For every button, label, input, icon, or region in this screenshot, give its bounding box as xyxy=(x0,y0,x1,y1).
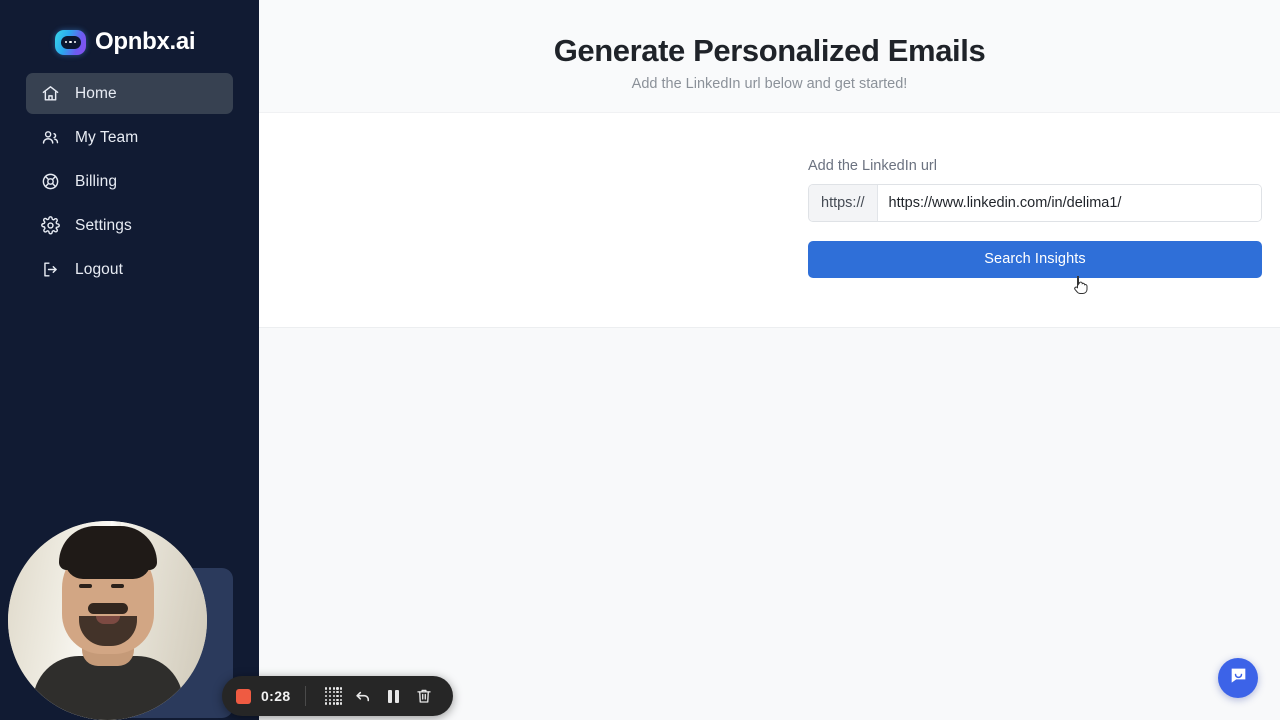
draw-tool-button[interactable] xyxy=(319,681,349,711)
app-root: Opnbx.ai Home My Team Billing Settings L… xyxy=(0,0,1280,720)
brand-logo-area[interactable]: Opnbx.ai xyxy=(0,0,259,62)
delete-button[interactable] xyxy=(409,681,439,711)
undo-arrow-icon xyxy=(354,687,373,706)
home-icon xyxy=(41,84,60,103)
search-insights-button[interactable]: Search Insights xyxy=(808,240,1262,278)
toolbar-divider xyxy=(304,686,306,706)
screen-recorder-toolbar: 0:28 xyxy=(222,676,453,716)
main-content: Generate Personalized Emails Add the Lin… xyxy=(259,0,1280,720)
lifebuoy-icon xyxy=(41,172,60,191)
form-card: Add the LinkedIn url https:// Search Ins… xyxy=(259,112,1280,328)
sidebar-item-label: My Team xyxy=(75,128,139,146)
page-subtitle: Add the LinkedIn url below and get start… xyxy=(631,75,908,92)
sidebar-item-settings[interactable]: Settings xyxy=(26,205,233,246)
page-header: Generate Personalized Emails Add the Lin… xyxy=(259,0,1280,112)
sidebar-item-label: Billing xyxy=(75,172,118,190)
logout-icon xyxy=(41,260,60,279)
sidebar-item-billing[interactable]: Billing xyxy=(26,161,233,202)
linkedin-url-label: Add the LinkedIn url xyxy=(808,158,937,174)
linkedin-form: Add the LinkedIn url https:// Search Ins… xyxy=(808,159,1262,278)
page-title: Generate Personalized Emails xyxy=(553,33,986,68)
pause-button[interactable] xyxy=(379,681,409,711)
sidebar-item-label: Home xyxy=(75,84,117,102)
sidebar-nav: Home My Team Billing Settings Logout xyxy=(0,73,259,290)
undo-button[interactable] xyxy=(349,681,379,711)
brand-name: Opnbx.ai xyxy=(95,28,196,55)
users-icon xyxy=(41,128,60,147)
intercom-chat-icon xyxy=(1228,665,1249,691)
sidebar-item-home[interactable]: Home xyxy=(26,73,233,114)
intercom-launcher-button[interactable] xyxy=(1218,658,1258,698)
trash-icon xyxy=(415,687,433,705)
grid-dots-icon xyxy=(324,687,343,705)
url-scheme-prefix: https:// xyxy=(809,184,878,221)
gear-icon xyxy=(41,216,60,235)
stop-square-icon[interactable] xyxy=(236,688,251,704)
sidebar-item-my-team[interactable]: My Team xyxy=(26,117,233,158)
chat-bubble-dots-icon xyxy=(55,29,86,55)
presenter-webcam-bubble[interactable] xyxy=(8,521,207,720)
sidebar: Opnbx.ai Home My Team Billing Settings L… xyxy=(0,0,259,720)
sidebar-item-label: Settings xyxy=(75,216,132,234)
sidebar-item-logout[interactable]: Logout xyxy=(26,249,233,290)
linkedin-url-input[interactable] xyxy=(877,184,1261,221)
linkedin-url-input-group[interactable]: https:// xyxy=(808,183,1262,222)
pause-icon xyxy=(388,689,399,703)
sidebar-item-label: Logout xyxy=(75,260,124,278)
recording-timer: 0:28 xyxy=(261,688,291,704)
